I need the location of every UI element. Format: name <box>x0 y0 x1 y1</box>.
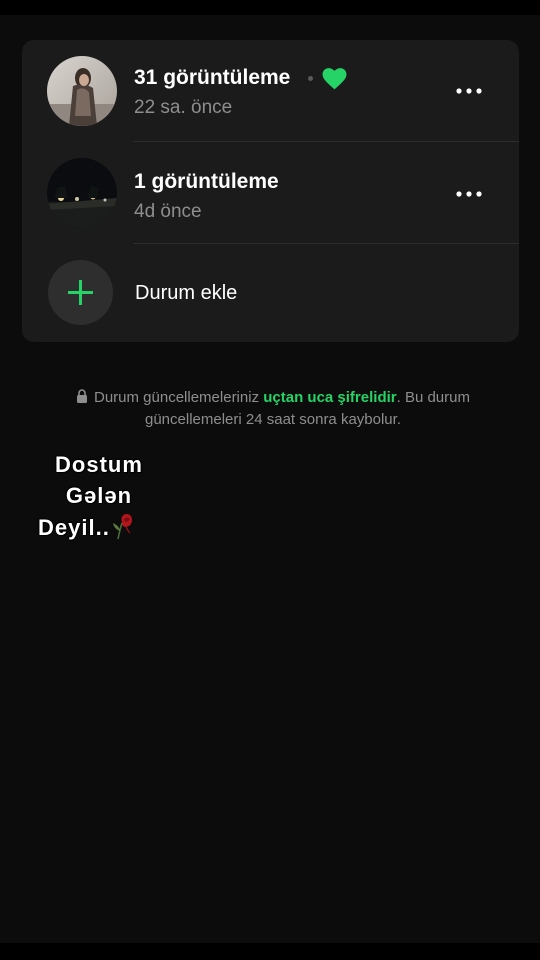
more-options-icon[interactable] <box>454 76 484 106</box>
wilted-rose-icon <box>112 514 132 540</box>
status-views: 31 görüntüleme <box>134 66 291 89</box>
more-options-icon[interactable] <box>454 179 484 209</box>
status-views: 1 görüntüleme <box>134 170 279 193</box>
status-time: 22 sa. önce <box>134 97 233 118</box>
sticker-line-2: Gələn <box>65 483 133 508</box>
notice-text-before: Durum güncellemeleriniz <box>94 389 264 406</box>
sticker-line-3-wrap: Deyil.. <box>34 511 164 543</box>
add-status-button[interactable]: Durum ekle <box>22 244 519 342</box>
status-time: 4d önce <box>134 201 202 222</box>
status-thumbnail-1[interactable] <box>47 56 117 126</box>
heart-icon <box>322 68 347 90</box>
lock-icon <box>77 389 87 403</box>
status-screen: 31 görüntüleme 22 sa. önce 1 görüntüleme… <box>0 15 540 943</box>
status-thumbnail-2[interactable] <box>47 158 117 228</box>
status-item[interactable]: 1 görüntüleme 4d önce <box>22 142 519 244</box>
plus-icon <box>68 280 93 305</box>
my-status-card: 31 görüntüleme 22 sa. önce 1 görüntüleme… <box>22 40 519 342</box>
sticker-line-1: Dostum <box>55 452 143 477</box>
sticker-text: Dostum Gələn Deyil.. <box>34 449 164 543</box>
sticker-line-3: Deyil.. <box>38 515 110 540</box>
separator-dot <box>308 76 313 81</box>
encryption-notice: Durum güncellemeleriniz uçtan uca şifrel… <box>40 387 506 431</box>
add-status-circle[interactable] <box>48 260 113 325</box>
add-status-label: Durum ekle <box>135 282 238 304</box>
status-item[interactable]: 31 görüntüleme 22 sa. önce <box>22 40 519 142</box>
encryption-link[interactable]: uçtan uca şifrelidir <box>263 389 396 406</box>
